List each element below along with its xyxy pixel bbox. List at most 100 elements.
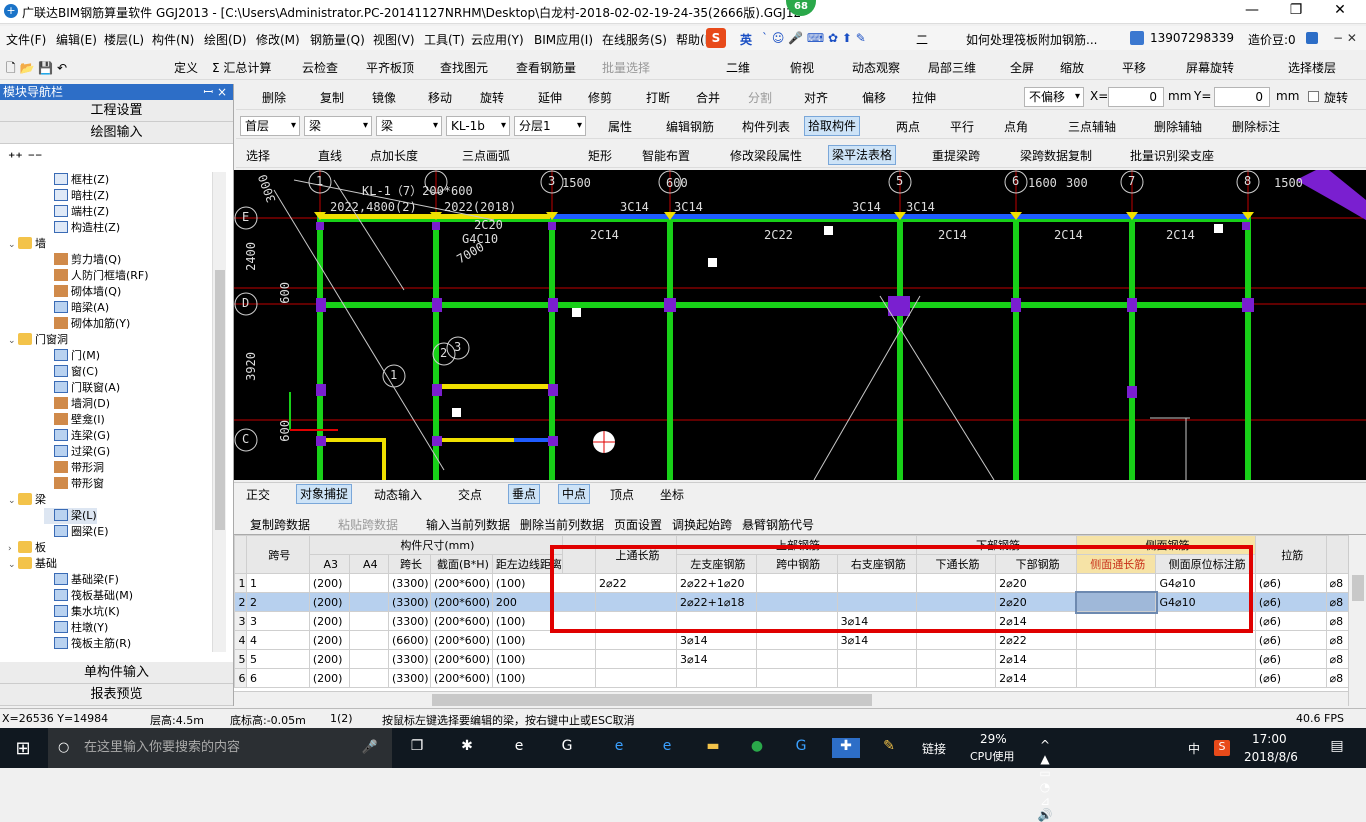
cell-side[interactable] — [1155, 649, 1256, 669]
cell-a4[interactable] — [348, 592, 390, 612]
tree-item[interactable]: ⌄ 墙 — [8, 236, 46, 252]
cell-tie[interactable]: (⌀6) — [1254, 592, 1327, 612]
cell-a3[interactable]: (200) — [308, 592, 350, 612]
ie-browser-icon[interactable]: e — [508, 738, 530, 758]
tree-item[interactable]: 框柱(Z) — [44, 172, 109, 188]
cell-botthr[interactable] — [916, 630, 997, 650]
nav-pin-icon[interactable]: ꟷ × — [203, 84, 227, 100]
cell-side[interactable] — [1155, 668, 1256, 688]
cell-bot[interactable]: 2⌀14 — [995, 649, 1078, 669]
tab-drawing-input[interactable]: 绘图输入 — [0, 122, 233, 144]
cell-botthr[interactable] — [916, 668, 997, 688]
taskbar-search[interactable]: ○ 在这里输入你要搜索的内容 🎤 — [48, 728, 392, 768]
tree-item[interactable]: 圈梁(E) — [44, 524, 109, 540]
cell-top[interactable] — [595, 630, 677, 650]
copy-span-button[interactable]: 复制跨数据 — [250, 516, 310, 533]
single-member-input-button[interactable]: 单构件输入 — [0, 662, 233, 684]
tree-item[interactable]: 基础梁(F) — [44, 572, 119, 588]
drawing-canvas[interactable]: 1 3 5 6 7 8 E D C 1500 600 1600 300 1500… — [234, 170, 1366, 480]
tree-expander-icon[interactable]: ⌄ — [8, 493, 18, 509]
cell-left[interactable]: 3⌀14 — [676, 630, 757, 650]
cell-a4[interactable] — [348, 668, 390, 688]
tree-scroll-thumb[interactable] — [215, 270, 225, 530]
cell-len[interactable]: (3300) — [388, 668, 431, 688]
tree-expander-icon[interactable]: ⌄ — [8, 237, 18, 253]
maximize-button[interactable]: ❐ — [1276, 2, 1316, 18]
type-select[interactable]: 梁 — [376, 116, 442, 136]
cell-a3[interactable]: (200) — [308, 668, 350, 688]
file-explorer-icon[interactable]: ▬ — [702, 738, 724, 758]
select-floor-button[interactable]: 选择楼层 — [1288, 59, 1336, 76]
point-length-button[interactable]: 点加长度 — [370, 147, 418, 164]
beam-table-button[interactable]: 梁平法表格 — [828, 145, 897, 165]
tree-expander-icon[interactable]: ⌄ — [8, 557, 18, 573]
cell-span[interactable]: 3 — [245, 611, 310, 631]
rectangle-button[interactable]: 矩形 — [588, 147, 612, 164]
tree-item[interactable]: 门联窗(A) — [44, 380, 120, 396]
offset-button[interactable]: 偏移 — [862, 89, 886, 106]
cell-sidethr[interactable] — [1076, 649, 1157, 669]
ime-tools-icon[interactable]: ˋ ☺ 🎤 ⌨ ✿ ⬆ ✎ — [762, 31, 866, 45]
row-number[interactable]: 4 — [234, 630, 247, 650]
cell-len[interactable]: (3300) — [388, 592, 431, 612]
cell-right[interactable] — [836, 668, 918, 688]
row-number[interactable]: 3 — [234, 611, 247, 631]
cell-bot[interactable]: 2⌀14 — [995, 668, 1078, 688]
g-app-icon[interactable]: G — [790, 738, 812, 758]
split-button[interactable]: 分割 — [748, 89, 772, 106]
break-button[interactable]: 打断 — [646, 89, 670, 106]
re-extract-span-button[interactable]: 重提梁跨 — [932, 147, 980, 164]
close-button[interactable]: ✕ — [1320, 2, 1360, 18]
cloud-check-button[interactable]: 云检查 — [302, 59, 338, 76]
menu-bim[interactable]: BIM应用(I) — [534, 31, 593, 48]
table-row[interactable]: 4 4 (200) (6600) (200*600) (100) 3⌀14 3⌀14 2⌀22(… — [234, 630, 1366, 650]
row-number[interactable]: 2 — [234, 592, 247, 612]
menu-file[interactable]: 文件(F) — [6, 31, 46, 48]
define-button[interactable]: 定义 — [174, 59, 198, 76]
cell-span[interactable]: 4 — [245, 630, 310, 650]
cell-right[interactable] — [836, 649, 918, 669]
task-view-icon[interactable]: ❐ — [406, 738, 428, 758]
cell-sec[interactable]: (200*600) — [429, 573, 493, 593]
tree-item[interactable]: 砌体加筋(Y) — [44, 316, 130, 332]
cell-sec[interactable]: (200*600) — [429, 611, 493, 631]
view-rebar-button[interactable]: 查看钢筋量 — [516, 59, 576, 76]
fullscreen-button[interactable]: 全屏 — [1010, 59, 1034, 76]
cell-tie[interactable]: (⌀6) — [1254, 611, 1327, 631]
fan-app-icon[interactable]: ✱ — [456, 738, 478, 758]
swap-start-span-button[interactable]: 调换起始跨 — [672, 516, 732, 533]
sogou-tray-icon[interactable]: S — [1214, 740, 1230, 756]
category-select[interactable]: 梁 — [304, 116, 372, 136]
tree-item[interactable]: 筏板主筋(R) — [44, 636, 131, 652]
trim-button[interactable]: 修剪 — [588, 89, 612, 106]
cell-a4[interactable] — [348, 611, 390, 631]
cell-tie[interactable]: (⌀6) — [1254, 630, 1327, 650]
cell-a4[interactable] — [348, 649, 390, 669]
tree-item[interactable]: › 板 — [8, 540, 46, 556]
green-app-icon[interactable]: ● — [746, 738, 768, 758]
cell-len[interactable]: (3300) — [388, 573, 431, 593]
menu-rebar[interactable]: 钢筋量(Q) — [310, 31, 365, 48]
properties-button[interactable]: 属性 — [608, 118, 632, 135]
align-button[interactable]: 对齐 — [804, 89, 828, 106]
cell-len[interactable]: (6600) — [388, 630, 431, 650]
minimize-button[interactable]: — — [1232, 2, 1272, 18]
cell-left[interactable] — [676, 668, 757, 688]
table-h-scrollbar[interactable] — [234, 691, 1348, 706]
cell-sec[interactable]: (200*600) — [429, 668, 493, 688]
cell-right[interactable]: 3⌀14 — [836, 630, 918, 650]
tree-item[interactable]: 壁龛(I) — [44, 412, 105, 428]
ime-lang[interactable]: 英 — [740, 31, 752, 48]
tree-expander-icon[interactable]: ⌄ — [8, 333, 18, 349]
cell-a4[interactable] — [348, 630, 390, 650]
notes-app-icon[interactable]: ✎ — [878, 738, 900, 758]
x-input[interactable]: 0 — [1108, 87, 1164, 107]
tray-icons[interactable]: ^ ▲ ▭ ◔ ⊿ 🔊 — [1034, 738, 1056, 822]
table-v-scroll-thumb[interactable] — [1352, 575, 1364, 601]
cell-top[interactable] — [595, 649, 677, 669]
tree-item[interactable]: ⌄ 门窗洞 — [8, 332, 68, 348]
member-select[interactable]: KL-1b — [446, 116, 510, 136]
edit-rebar-button[interactable]: 编辑钢筋 — [666, 118, 714, 135]
cell-dist[interactable]: (100) — [491, 630, 597, 650]
spiral-app-icon[interactable]: G — [556, 738, 578, 758]
